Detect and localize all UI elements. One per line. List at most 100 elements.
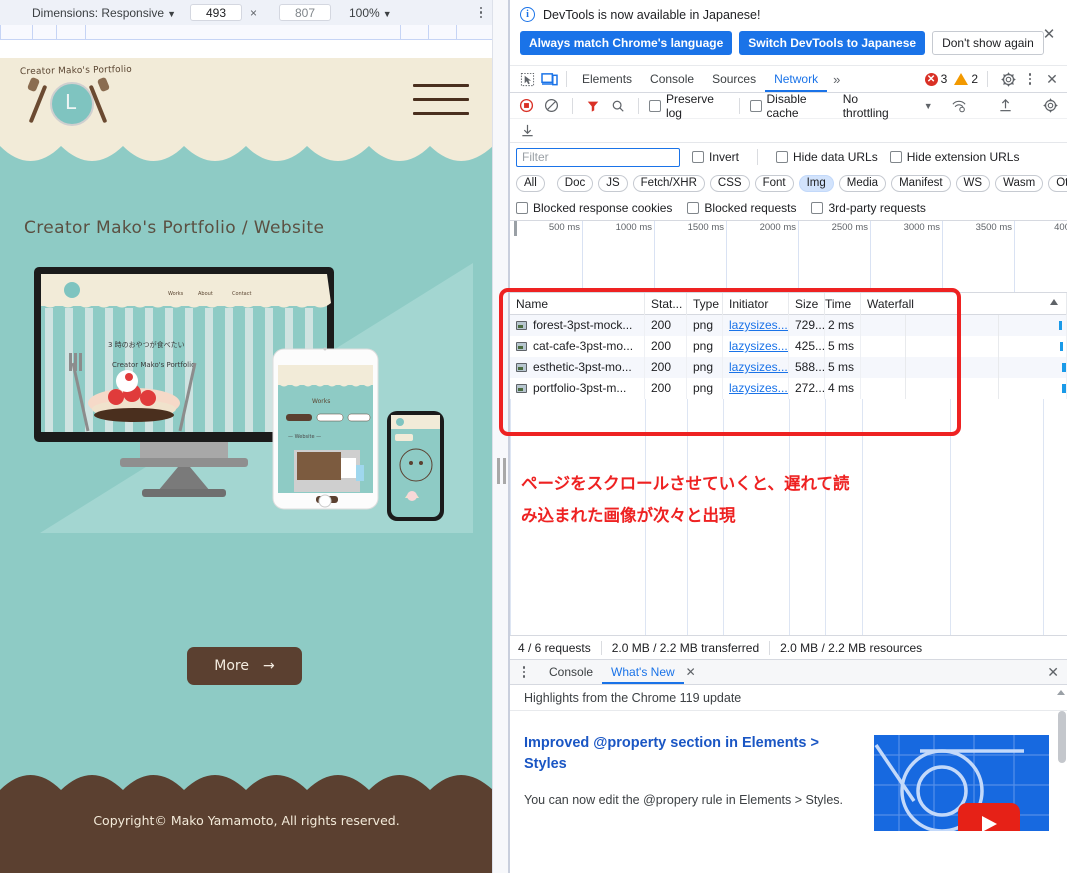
throttling-chevron-down-icon[interactable]: ▼ xyxy=(924,101,933,111)
drawer-close-icon[interactable]: ✕ xyxy=(1047,664,1059,681)
scroll-up-arrow-icon[interactable] xyxy=(1057,690,1065,695)
viewport-height-input[interactable] xyxy=(279,4,331,21)
request-name-cell[interactable]: esthetic-3pst-mo... xyxy=(510,357,645,378)
type-filter-media[interactable]: Media xyxy=(838,174,887,192)
table-row[interactable]: forest-3pst-mock... 200 png lazysizes...… xyxy=(510,315,1067,336)
whats-new-article-title[interactable]: Improved @property section in Elements >… xyxy=(524,733,834,775)
drawer-tab-console[interactable]: Console xyxy=(540,661,602,684)
whats-new-video-thumbnail[interactable] xyxy=(874,735,1049,831)
network-conditions-icon[interactable] xyxy=(949,95,970,117)
always-match-language-button[interactable]: Always match Chrome's language xyxy=(520,31,733,55)
zoom-dropdown[interactable]: 100% ▼ xyxy=(349,6,392,20)
type-filter-ws[interactable]: WS xyxy=(955,174,991,192)
request-name-cell[interactable]: cat-cafe-3pst-mo... xyxy=(510,336,645,357)
request-name: esthetic-3pst-mo... xyxy=(533,360,632,374)
viewport-width-input[interactable] xyxy=(189,4,242,21)
table-row[interactable]: portfolio-3pst-m... 200 png lazysizes...… xyxy=(510,378,1067,399)
type-filter-manifest[interactable]: Manifest xyxy=(891,174,951,192)
drawer-tab-whats-new[interactable]: What's New xyxy=(602,661,684,684)
type-filter-fetch-xhr[interactable]: Fetch/XHR xyxy=(632,174,705,192)
device-toolbar-icon[interactable] xyxy=(538,68,560,90)
request-initiator-link[interactable]: lazysizes.... xyxy=(729,339,788,353)
more-button[interactable]: More → xyxy=(187,647,302,685)
type-filter-font[interactable]: Font xyxy=(754,174,794,192)
chevron-down-icon: ▼ xyxy=(382,8,392,19)
hamburger-menu-icon[interactable] xyxy=(413,84,469,126)
network-overview-timeline[interactable]: 500 ms 1000 ms 1500 ms 2000 ms 2500 ms 3… xyxy=(510,221,1067,293)
svg-text:— Website —: — Website — xyxy=(288,434,321,440)
tab-sources[interactable]: Sources xyxy=(703,67,765,92)
banner-close-icon[interactable]: ✕ xyxy=(1041,27,1057,43)
invert-checkbox[interactable]: Invert xyxy=(692,150,739,164)
throttling-dropdown[interactable]: No throttling xyxy=(843,92,904,120)
error-count-badge[interactable]: ✕ 3 xyxy=(924,72,947,86)
column-header-status[interactable]: Stat... xyxy=(645,292,687,315)
drawer-menu-icon[interactable] xyxy=(516,664,532,680)
search-icon[interactable] xyxy=(607,95,628,117)
sort-ascending-icon[interactable] xyxy=(1050,299,1058,305)
devtools-close-icon[interactable]: ✕ xyxy=(1041,68,1063,90)
panel-splitter[interactable] xyxy=(492,0,509,873)
zoom-value: 100% xyxy=(349,5,380,20)
type-filter-wasm[interactable]: Wasm xyxy=(995,174,1044,192)
table-row[interactable]: cat-cafe-3pst-mo... 200 png lazysizes...… xyxy=(510,336,1067,357)
request-name-cell[interactable]: forest-3pst-mock... xyxy=(510,315,645,336)
tab-network[interactable]: Network xyxy=(765,67,828,92)
type-filter-css[interactable]: CSS xyxy=(709,174,750,192)
youtube-play-icon[interactable] xyxy=(958,803,1020,831)
table-row[interactable]: esthetic-3pst-mo... 200 png lazysizes...… xyxy=(510,357,1067,378)
filter-input[interactable] xyxy=(516,147,680,167)
whats-new-scrollbar[interactable] xyxy=(1056,711,1067,831)
hide-extension-urls-checkbox[interactable]: Hide extension URLs xyxy=(889,150,1019,164)
request-name-cell[interactable]: portfolio-3pst-m... xyxy=(510,378,645,399)
preserve-log-checkbox[interactable]: Preserve log xyxy=(648,92,729,120)
tab-console[interactable]: Console xyxy=(641,67,703,92)
request-initiator-link[interactable]: lazysizes.... xyxy=(729,381,788,395)
devtools-menu-icon[interactable] xyxy=(1022,71,1038,87)
type-filter-doc[interactable]: Doc xyxy=(556,174,594,192)
type-filter-js[interactable]: JS xyxy=(598,174,628,192)
type-filter-all[interactable]: All xyxy=(516,174,545,192)
network-settings-gear-icon[interactable] xyxy=(1040,95,1061,117)
column-header-size[interactable]: Size xyxy=(789,292,825,315)
column-header-type[interactable]: Type xyxy=(687,292,723,315)
site-logo[interactable]: Creator Mako's Portfolio L xyxy=(14,65,132,136)
blocked-requests-checkbox[interactable]: Blocked requests xyxy=(687,201,796,215)
drawer-tab-close-icon[interactable]: ✕ xyxy=(686,665,696,679)
third-party-requests-checkbox[interactable]: 3rd-party requests xyxy=(811,201,926,215)
scrollbar-thumb[interactable] xyxy=(1058,711,1066,763)
overview-tick-label: 1000 ms xyxy=(615,222,652,233)
funnel-icon[interactable] xyxy=(582,95,603,117)
export-har-icon[interactable] xyxy=(516,120,538,142)
dimensions-dropdown[interactable]: Dimensions: Responsive ▼ xyxy=(32,6,176,20)
type-filter-img[interactable]: Img xyxy=(798,174,834,192)
hide-data-urls-checkbox[interactable]: Hide data URLs xyxy=(776,150,878,164)
annotation-line-1: ページをスクロールさせていくと、遅れて読 xyxy=(521,474,850,493)
inspect-icon[interactable] xyxy=(516,68,538,90)
network-toolbar: Preserve log Disable cache No throttling… xyxy=(510,92,1067,120)
more-tabs-icon[interactable]: » xyxy=(827,72,846,87)
device-toolbar-menu-icon[interactable] xyxy=(474,6,488,20)
request-name: portfolio-3pst-m... xyxy=(533,381,627,395)
type-filter-other[interactable]: Other xyxy=(1048,174,1067,192)
request-initiator-link[interactable]: lazysizes.... xyxy=(729,318,788,332)
request-waterfall-cell xyxy=(861,357,1067,378)
warning-count-badge[interactable]: 2 xyxy=(954,72,978,86)
column-header-name[interactable]: Name xyxy=(510,292,645,315)
clear-icon[interactable] xyxy=(541,95,562,117)
dont-show-again-button[interactable]: Don't show again xyxy=(932,31,1044,55)
request-initiator-cell: lazysizes.... xyxy=(723,315,789,336)
column-header-time[interactable]: Time xyxy=(825,292,861,315)
switch-to-japanese-button[interactable]: Switch DevTools to Japanese xyxy=(739,31,926,55)
tab-elements[interactable]: Elements xyxy=(573,67,641,92)
site-footer: Copyright© Mako Yamamoto, All rights res… xyxy=(0,793,493,873)
import-har-icon[interactable] xyxy=(995,95,1016,117)
blocked-response-cookies-checkbox[interactable]: Blocked response cookies xyxy=(516,201,672,215)
fork-left-head-icon xyxy=(26,76,41,93)
disable-cache-checkbox[interactable]: Disable cache xyxy=(749,92,837,120)
gear-icon[interactable] xyxy=(997,68,1019,90)
column-header-initiator[interactable]: Initiator xyxy=(723,292,789,315)
request-initiator-link[interactable]: lazysizes.... xyxy=(729,360,788,374)
record-stop-icon[interactable] xyxy=(516,95,537,117)
column-header-waterfall[interactable]: Waterfall xyxy=(861,292,1067,315)
